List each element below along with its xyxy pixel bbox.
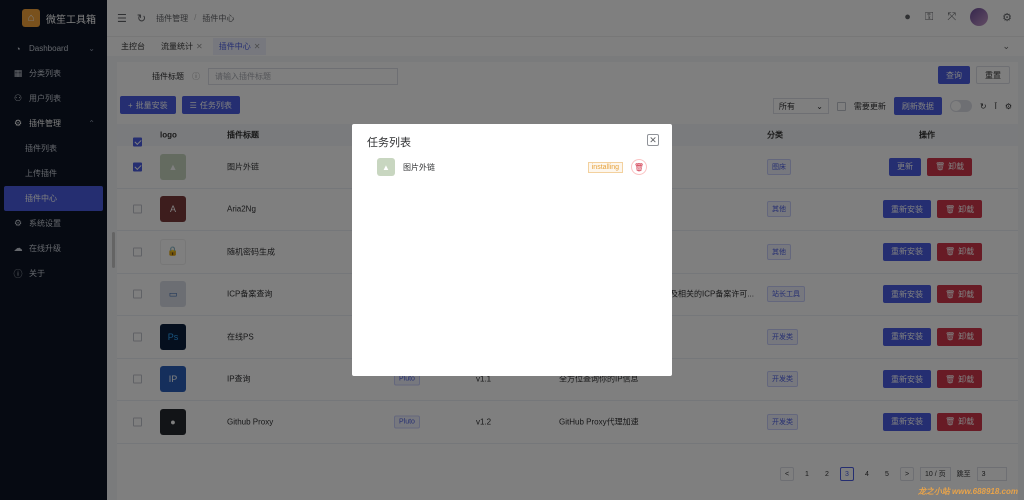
task-list-dialog: 任务列表 ✕ ▲ 图片外链 installing 🗑: [352, 124, 672, 376]
dialog-title: 任务列表: [367, 137, 411, 149]
close-icon[interactable]: ✕: [647, 134, 659, 146]
image-icon: ▲: [377, 158, 395, 176]
status-badge: installing: [587, 161, 623, 173]
delete-task-button[interactable]: 🗑: [631, 159, 647, 175]
task-name: 图片外链: [403, 162, 435, 172]
watermark: 龙之小站 www.688918.com: [917, 487, 1018, 496]
trash-icon: 🗑: [633, 162, 645, 172]
task-item: ▲ 图片外链 installing 🗑: [377, 158, 647, 176]
